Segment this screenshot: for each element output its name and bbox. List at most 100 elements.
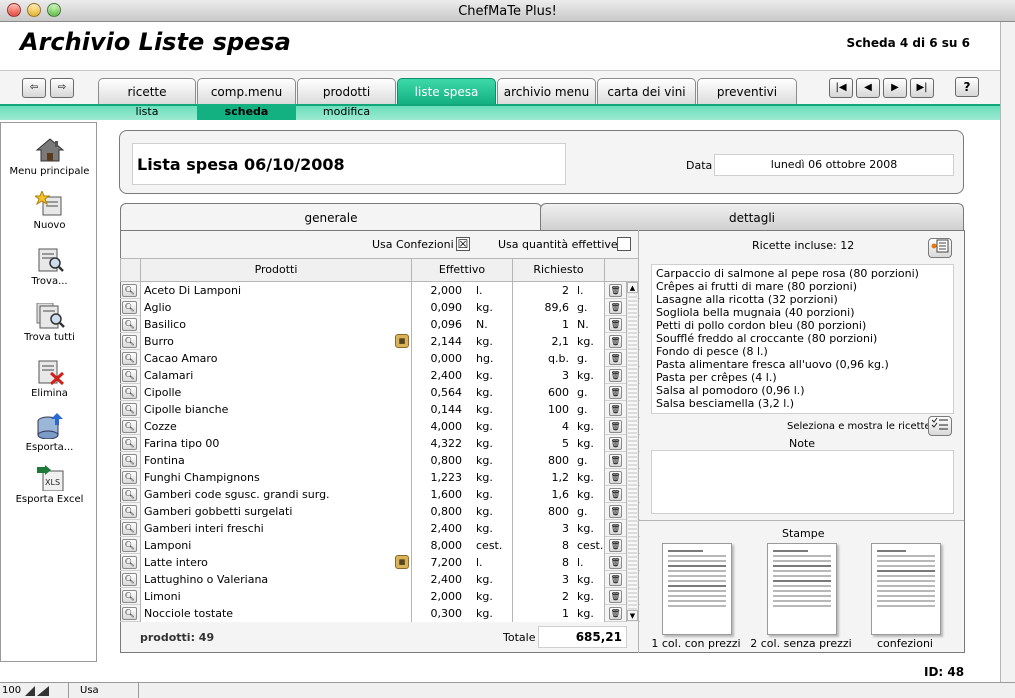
table-row[interactable]: 🔍︎ Cipolle bianche 0,144 kg. 100 g. 🗑︎ (120, 401, 640, 418)
table-row[interactable]: 🔍︎ Calamari 2,400 kg. 3 kg. 🗑︎ (120, 367, 640, 384)
trash-icon[interactable]: 🗑︎ (609, 420, 622, 433)
sidebar-esporta-excel[interactable]: XLS Esporta Excel (1, 465, 98, 505)
subtab-lista[interactable]: lista (98, 104, 196, 120)
magnifier-icon[interactable]: 🔍︎ (122, 420, 137, 433)
scroll-thumb[interactable] (628, 294, 637, 612)
recipe-item[interactable]: Sogliola bella mugnaia (40 porzioni) (656, 306, 949, 319)
subtab-scheda[interactable]: scheda (197, 104, 296, 120)
magnifier-icon[interactable]: 🔍︎ (122, 335, 137, 348)
zoom-controls-icon[interactable] (24, 685, 50, 697)
actual-qty-cell[interactable]: 8,000 cest. (412, 537, 512, 554)
trash-icon[interactable]: 🗑︎ (609, 590, 622, 603)
actual-qty-cell[interactable]: 2,400 kg. (412, 520, 512, 537)
actual-qty-cell[interactable]: 2,400 kg. (412, 571, 512, 588)
table-row[interactable]: 🔍︎ Farina tipo 00 4,322 kg. 5 kg. 🗑︎ (120, 435, 640, 452)
table-row[interactable]: 🔍︎ Aceto Di Lamponi 2,000 l. 2 l. 🗑︎ (120, 282, 640, 299)
magnifier-icon[interactable]: 🔍︎ (122, 386, 137, 399)
product-name[interactable]: Calamari (141, 367, 411, 384)
sidebar-trova[interactable]: Trova... (1, 247, 98, 287)
first-record-button[interactable]: |◀ (829, 78, 853, 98)
forward-button[interactable]: ⇨ (50, 78, 74, 98)
product-name[interactable]: Cozze (141, 418, 411, 435)
tab-prodotti[interactable]: prodotti (297, 78, 396, 104)
table-row[interactable]: 🔍︎ Nocciole tostate 0,300 kg. 1 kg. 🗑︎ (120, 605, 640, 622)
sidebar-esporta[interactable]: Esporta... (1, 413, 98, 453)
product-name[interactable]: Gamberi gobbetti surgelati (141, 503, 411, 520)
table-row[interactable]: 🔍︎ Latte intero ▦ 7,200 l. 8 l. 🗑︎ (120, 554, 640, 571)
trash-icon[interactable]: 🗑︎ (609, 437, 622, 450)
trash-icon[interactable]: 🗑︎ (609, 318, 622, 331)
product-name[interactable]: Cacao Amaro (141, 350, 411, 367)
table-row[interactable]: 🔍︎ Fontina 0,800 kg. 800 g. 🗑︎ (120, 452, 640, 469)
recipe-item[interactable]: Carpaccio di salmone al pepe rosa (80 po… (656, 267, 949, 280)
recipe-item[interactable]: Pasta alimentare fresca all'uovo (0,96 k… (656, 358, 949, 371)
subtab-modifica[interactable]: modifica (297, 104, 396, 120)
table-header-actual[interactable]: Effettivo (411, 258, 513, 282)
actual-qty-cell[interactable]: 2,000 kg. (412, 588, 512, 605)
tab-dettagli[interactable]: dettagli (540, 203, 964, 231)
scroll-up-icon[interactable]: ▲ (627, 282, 638, 293)
sidebar-nuovo[interactable]: Nuovo (1, 189, 98, 231)
trash-icon[interactable]: 🗑︎ (609, 471, 622, 484)
magnifier-icon[interactable]: 🔍︎ (122, 352, 137, 365)
magnifier-icon[interactable]: 🔍︎ (122, 522, 137, 535)
tab-preventivi[interactable]: preventivi (697, 78, 797, 104)
actual-qty-cell[interactable]: 0,300 kg. (412, 605, 512, 622)
magnifier-icon[interactable]: 🔍︎ (122, 556, 137, 569)
actual-qty-cell[interactable]: 0,000 hg. (412, 350, 512, 367)
window-scrollbar[interactable] (1000, 22, 1015, 682)
table-header-product[interactable]: Prodotti (140, 258, 412, 282)
actual-qty-cell[interactable]: 2,000 l. (412, 282, 512, 299)
mode-indicator[interactable]: Usa (80, 685, 99, 696)
product-name[interactable]: Lattughino o Valeriana (141, 571, 411, 588)
add-recipe-button[interactable] (928, 238, 952, 258)
table-row[interactable]: 🔍︎ Gamberi interi freschi 2,400 kg. 3 kg. 🗑︎ (120, 520, 640, 537)
actual-qty-cell[interactable]: 0,144 kg. (412, 401, 512, 418)
package-icon[interactable]: ▦ (395, 555, 409, 569)
magnifier-icon[interactable]: 🔍︎ (122, 607, 137, 620)
trash-icon[interactable]: 🗑︎ (609, 607, 622, 620)
table-row[interactable]: 🔍︎ Cozze 4,000 kg. 4 kg. 🗑︎ (120, 418, 640, 435)
table-row[interactable]: 🔍︎ Basilico 0,096 N. 1 N. 🗑︎ (120, 316, 640, 333)
recipe-item[interactable]: Petti di pollo cordon bleu (80 porzioni) (656, 319, 949, 332)
table-row[interactable]: 🔍︎ Aglio 0,090 kg. 89,6 g. 🗑︎ (120, 299, 640, 316)
product-name[interactable]: Farina tipo 00 (141, 435, 411, 452)
table-row[interactable]: 🔍︎ Lamponi 8,000 cest. 8 cest. 🗑︎ (120, 537, 640, 554)
actual-qty-cell[interactable]: 7,200 l. (412, 554, 512, 571)
use-actual-qty-checkbox[interactable] (617, 237, 631, 251)
product-name[interactable]: Gamberi code sgusc. grandi surg. (141, 486, 411, 503)
product-name[interactable]: Funghi Champignons (141, 469, 411, 486)
included-recipes-list[interactable]: Carpaccio di salmone al pepe rosa (80 po… (651, 264, 954, 414)
magnifier-icon[interactable]: 🔍︎ (122, 488, 137, 501)
table-row[interactable]: 🔍︎ Gamberi code sgusc. grandi surg. 1,600 k… (120, 486, 640, 503)
actual-qty-cell[interactable]: 0,096 N. (412, 316, 512, 333)
table-row[interactable]: 🔍︎ Lattughino o Valeriana 2,400 kg. 3 kg. 🗑︎ (120, 571, 640, 588)
product-name[interactable]: Lamponi (141, 537, 411, 554)
sidebar-trova-tutti[interactable]: Trova tutti (1, 302, 98, 343)
date-field[interactable]: lunedì 06 ottobre 2008 (714, 154, 954, 176)
trash-icon[interactable]: 🗑︎ (609, 403, 622, 416)
magnifier-icon[interactable]: 🔍︎ (122, 284, 137, 297)
recipe-item[interactable]: Fondo di pesce (8 l.) (656, 345, 949, 358)
actual-qty-cell[interactable]: 0,800 kg. (412, 452, 512, 469)
recipe-item[interactable]: Salsa besciamella (3,2 l.) (656, 397, 949, 410)
magnifier-icon[interactable]: 🔍︎ (122, 539, 137, 552)
prev-record-button[interactable]: ◀ (856, 78, 880, 98)
trash-icon[interactable]: 🗑︎ (609, 301, 622, 314)
magnifier-icon[interactable]: 🔍︎ (122, 437, 137, 450)
product-name[interactable]: Gamberi interi freschi (141, 520, 411, 537)
actual-qty-cell[interactable]: 1,223 kg. (412, 469, 512, 486)
sidebar-menu-principale[interactable]: Menu principale (1, 137, 98, 177)
product-name[interactable]: Cipolle bianche (141, 401, 411, 418)
use-packages-checkbox[interactable]: ☒ (456, 237, 470, 251)
print-preview-with-prices[interactable] (662, 543, 732, 635)
trash-icon[interactable]: 🗑︎ (609, 573, 622, 586)
product-name[interactable]: Fontina (141, 452, 411, 469)
actual-qty-cell[interactable]: 0,564 kg. (412, 384, 512, 401)
recipe-item[interactable]: Pasta per crêpes (4 l.) (656, 371, 949, 384)
actual-qty-cell[interactable]: 4,322 kg. (412, 435, 512, 452)
product-name[interactable]: Aceto Di Lamponi (141, 282, 411, 299)
select-recipes-button[interactable] (928, 416, 952, 436)
product-name[interactable]: Nocciole tostate (141, 605, 411, 622)
scroll-down-icon[interactable]: ▼ (627, 610, 638, 621)
